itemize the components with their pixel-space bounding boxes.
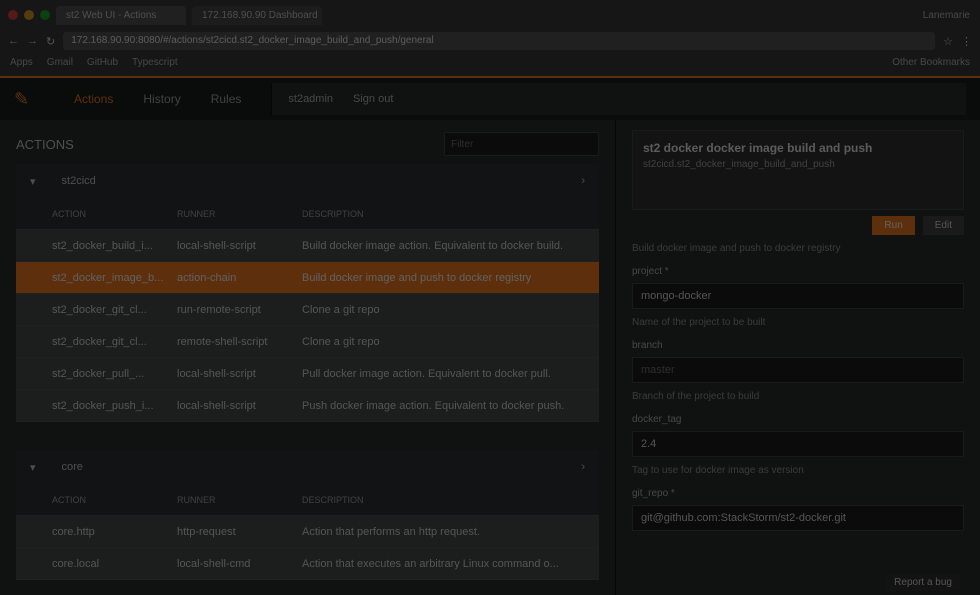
browser-chrome: st2 Web UI - Actions 172.168.90.90 Dashb… [0, 0, 980, 76]
table-row[interactable]: st2_docker_pull_... local-shell-script Pul… [16, 358, 599, 390]
table-row[interactable]: st2_docker_push_i... local-shell-script Pu… [16, 390, 599, 422]
cell: Push docker image action. Equivalent to … [302, 399, 565, 412]
cell: local-shell-cmd [177, 557, 251, 570]
cell: Build docker image action. Equivalent to… [302, 239, 564, 252]
cell: local-shell-script [177, 399, 256, 412]
nav-rules[interactable]: Rules [211, 92, 242, 106]
field-label: git_repo * [632, 488, 675, 499]
cell: Action that performs an http request. [302, 525, 480, 538]
menu-icon[interactable]: ⋮ [961, 35, 972, 48]
table-row[interactable]: st2_docker_build_i... local-shell-script B… [16, 230, 599, 262]
action-summary: Build docker image and push to docker re… [632, 243, 841, 254]
cell: st2_docker_image_b... [52, 271, 164, 284]
cell: Build docker image and push to docker re… [302, 271, 532, 284]
minimize-window-icon[interactable] [24, 10, 34, 20]
browser-tab[interactable]: 172.168.90.90 Dashboard [192, 5, 322, 25]
action-title: st2 docker docker image build and push [643, 141, 873, 155]
app-nav: ✎ Actions History Rules st2admin Sign ou… [0, 76, 980, 120]
cell: local-shell-script [177, 239, 256, 252]
action-ref: st2cicd.st2_docker_image_build_and_push [643, 159, 835, 170]
column-header[interactable]: RUNNER [177, 209, 302, 219]
profile-name[interactable]: Lanemarie [923, 10, 970, 21]
action-card: st2 docker docker image build and push s… [632, 130, 964, 210]
report-bug-button[interactable]: Report a bug [886, 574, 960, 591]
chevron-icon: › [581, 461, 585, 473]
collapse-icon[interactable]: ▾ [30, 175, 36, 188]
cell: http-request [177, 525, 236, 538]
cell: core.http [52, 525, 95, 538]
column-header[interactable]: DESCRIPTION [302, 495, 599, 505]
back-icon[interactable]: ← [8, 35, 19, 47]
table-row[interactable]: st2_docker_image_b... action-chain Build d… [16, 262, 599, 294]
nav-actions[interactable]: Actions [74, 92, 113, 106]
nav-history[interactable]: History [143, 92, 180, 106]
logo-icon[interactable]: ✎ [14, 89, 74, 110]
collapse-icon[interactable]: ▾ [30, 461, 36, 474]
field-label: branch [632, 340, 663, 351]
table-header: ACTION RUNNER DESCRIPTION [16, 484, 599, 516]
table-row[interactable]: st2_docker_git_cl... remote-shell-script C… [16, 326, 599, 358]
field-hint: Tag to use for docker image as version [632, 465, 804, 476]
cell: run-remote-script [177, 303, 261, 316]
field-hint: Name of the project to be built [632, 317, 766, 328]
table-header: ACTION RUNNER DESCRIPTION [16, 198, 599, 230]
actions-panel: ACTIONS ▾st2cicd›ACTIONRUNNERDESCRIPTION… [0, 120, 615, 595]
column-header[interactable]: RUNNER [177, 495, 302, 505]
field-hint: Branch of the project to build [632, 391, 760, 402]
cell: Clone a git repo [302, 335, 380, 348]
field-label: project * [632, 266, 669, 277]
table-row[interactable]: st2_docker_git_cl... run-remote-script Clo… [16, 294, 599, 326]
pack-name: core [61, 461, 83, 473]
maximize-window-icon[interactable] [40, 10, 50, 20]
user-menu[interactable]: st2admin [288, 93, 333, 105]
bookmark[interactable]: Apps [10, 57, 33, 68]
panel-title: ACTIONS [16, 136, 74, 152]
cell: action-chain [177, 271, 237, 284]
close-window-icon[interactable] [8, 10, 18, 20]
field-input[interactable]: 2.4 [632, 431, 964, 457]
cell: Clone a git repo [302, 303, 380, 316]
chevron-icon: › [581, 175, 585, 187]
cell: core.local [52, 557, 100, 570]
cell: Action that executes an arbitrary Linux … [302, 557, 559, 570]
bookmark[interactable]: GitHub [87, 57, 118, 68]
table-row[interactable]: core.local local-shell-cmd Action that exe… [16, 548, 599, 580]
column-header[interactable]: ACTION [52, 209, 177, 219]
cell: remote-shell-script [177, 335, 268, 348]
run-button[interactable]: Run [872, 216, 915, 235]
address-bar[interactable]: 172.168.90.90:8080/#/actions/st2cicd.st2… [63, 32, 936, 50]
cell: st2_docker_push_i... [52, 399, 154, 412]
field-input[interactable]: master [632, 357, 964, 383]
pack-group: ▾ st2cicd › ACTION RUNNER DESCRIPTION st2_dock… [16, 164, 599, 422]
field-input[interactable]: mongo-docker [632, 283, 964, 309]
field-input[interactable]: git@github.com:StackStorm/st2-docker.git [632, 505, 964, 531]
pack-header[interactable]: ▾ core › [16, 450, 599, 484]
edit-button[interactable]: Edit [922, 216, 964, 235]
reload-icon[interactable]: ↻ [46, 35, 55, 48]
table-row[interactable]: core.http http-request Action that perform… [16, 516, 599, 548]
field-label: docker_tag [632, 414, 682, 425]
cell: st2_docker_git_cl... [52, 303, 147, 316]
action-detail: st2 docker docker image build and push s… [615, 120, 980, 595]
browser-tab[interactable]: st2 Web UI - Actions [56, 5, 186, 25]
pack-group: ▾ core › ACTION RUNNER DESCRIPTION core.http ht… [16, 450, 599, 580]
forward-icon[interactable]: → [27, 35, 38, 47]
signout-link[interactable]: Sign out [353, 93, 393, 105]
bookmark[interactable]: Typescript [132, 57, 178, 68]
column-header[interactable]: DESCRIPTION [302, 209, 599, 219]
cell: local-shell-script [177, 367, 256, 380]
cell: st2_docker_build_i... [52, 239, 153, 252]
star-icon[interactable]: ☆ [943, 35, 953, 48]
filter-input[interactable] [444, 132, 599, 156]
pack-name: st2cicd [61, 175, 96, 187]
pack-header[interactable]: ▾ st2cicd › [16, 164, 599, 198]
other-bookmarks[interactable]: Other Bookmarks [892, 57, 970, 68]
cell: st2_docker_pull_... [52, 367, 145, 380]
cell: Pull docker image action. Equivalent to … [302, 367, 551, 380]
column-header[interactable]: ACTION [52, 495, 177, 505]
bookmark[interactable]: Gmail [47, 57, 73, 68]
cell: st2_docker_git_cl... [52, 335, 147, 348]
